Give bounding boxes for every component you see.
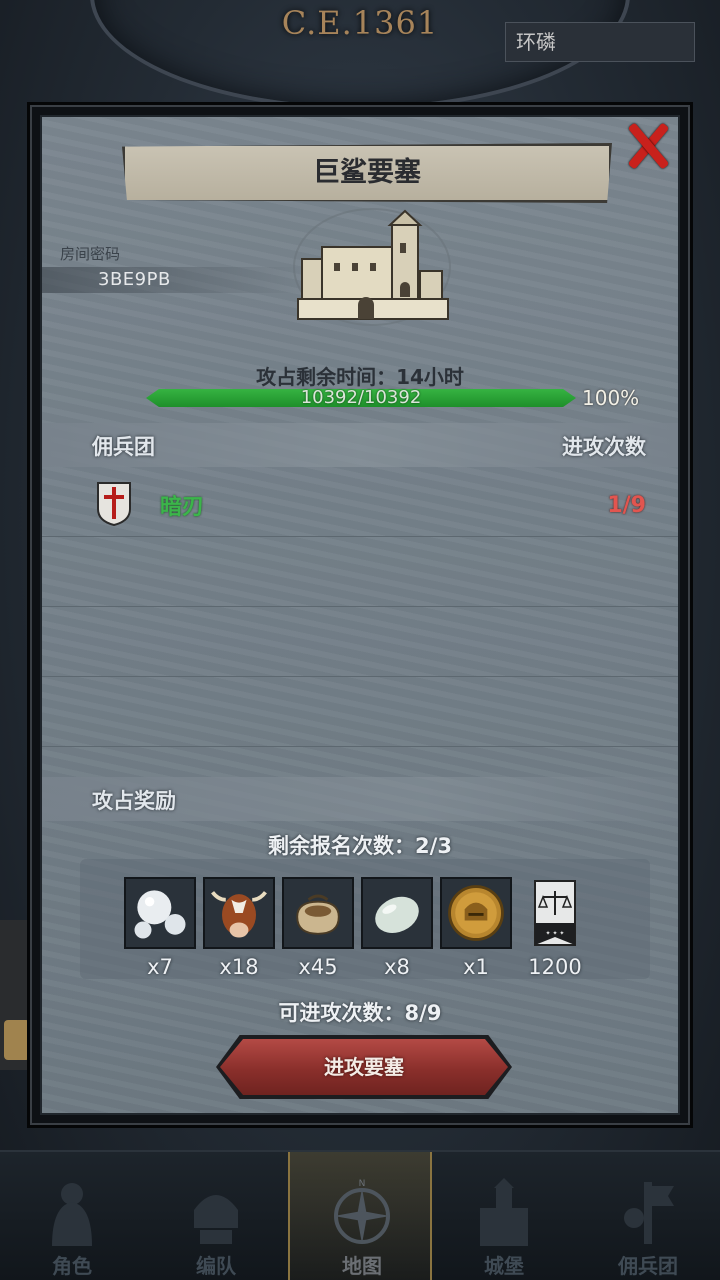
reward-item[interactable]: x18 xyxy=(203,877,277,979)
mercenary-name: 暗刃 xyxy=(160,495,205,520)
reward-quantity: x7 xyxy=(147,955,173,979)
reward-item[interactable]: ✦ ✦ ✦ 1200 xyxy=(519,877,593,979)
nav-label: 角色 xyxy=(52,1254,92,1278)
attacks-remaining: 可进攻次数：8/9 xyxy=(278,1001,442,1025)
attacks-column-header: 进攻次数 xyxy=(562,435,646,459)
nav-item-mercenary[interactable]: 佣兵团 xyxy=(576,1152,720,1280)
fortress-dialog: 巨鲨要塞 房间密码 3BE9PB 攻占剩余时间：14小时 10392/10392… xyxy=(30,105,690,1125)
knight-icon xyxy=(52,1183,92,1246)
mercenary-icon xyxy=(624,1182,674,1244)
bottom-nav: 角色 编队 N 地图 城堡 佣兵团 xyxy=(0,1150,720,1280)
helmet-coin-icon xyxy=(440,877,512,949)
nav-label: 佣兵团 xyxy=(618,1254,678,1278)
justice-banner-icon: ✦ ✦ ✦ xyxy=(534,880,576,946)
capture-progress-text: 10392/10392 xyxy=(300,387,422,408)
pearls-icon xyxy=(124,877,196,949)
attack-fortress-button[interactable] xyxy=(220,1039,508,1095)
reward-list: x7 x18 x45 x8 x1 ✦ ✦ ✦ 1200 xyxy=(80,859,650,979)
svg-text:N: N xyxy=(359,1179,366,1189)
side-widget xyxy=(0,920,32,1070)
helmet-icon xyxy=(194,1195,238,1244)
nav-item-castle[interactable]: 城堡 xyxy=(432,1152,576,1280)
castle-icon xyxy=(480,1178,528,1246)
dialog-title: 巨鲨要塞 xyxy=(313,157,421,188)
reward-section-title: 攻占奖励 xyxy=(92,789,176,813)
capture-progress-percent: 100% xyxy=(582,386,640,410)
reward-quantity: x8 xyxy=(384,955,410,979)
reward-item[interactable]: x1 xyxy=(440,877,514,979)
nav-label: 编队 xyxy=(196,1254,236,1278)
reward-quantity: 1200 xyxy=(528,955,582,979)
nav-item-map[interactable]: N 地图 xyxy=(288,1152,432,1280)
close-icon[interactable] xyxy=(618,117,676,175)
mercenary-column-header: 佣兵团 xyxy=(92,435,155,459)
reward-quantity: x45 xyxy=(298,955,338,979)
grain-sack-icon xyxy=(282,877,354,949)
nav-item-formation[interactable]: 编队 xyxy=(144,1152,288,1280)
ox-icon xyxy=(203,877,275,949)
nav-label: 城堡 xyxy=(484,1254,524,1278)
table-row-empty xyxy=(42,537,678,607)
svg-text:✦ ✦ ✦: ✦ ✦ ✦ xyxy=(546,930,565,937)
reward-item[interactable]: x7 xyxy=(124,877,198,979)
room-code-bar xyxy=(42,267,302,293)
nav-item-character[interactable]: 角色 xyxy=(0,1152,144,1280)
signups-remaining: 剩余报名次数：2/3 xyxy=(268,834,452,858)
fortress-icon xyxy=(293,208,451,326)
reward-quantity: x18 xyxy=(219,955,259,979)
reward-item[interactable]: x45 xyxy=(282,877,356,979)
dialog-panel: 巨鲨要塞 房间密码 3BE9PB 攻占剩余时间：14小时 10392/10392… xyxy=(40,115,680,1115)
table-row[interactable]: 暗刃 1/9 xyxy=(42,467,678,537)
era-label: C.E.1361 xyxy=(281,4,439,42)
side-widget-icon xyxy=(4,1020,30,1060)
templar-shield-icon xyxy=(97,482,131,527)
room-code-label: 房间密码 xyxy=(60,245,121,263)
reward-quantity: x1 xyxy=(463,955,489,979)
background-chip: 环磷 xyxy=(505,22,695,62)
gem-stone-icon xyxy=(361,877,433,949)
reward-item[interactable]: x8 xyxy=(361,877,435,979)
table-row-empty xyxy=(42,607,678,677)
compass-icon: N xyxy=(334,1179,390,1244)
room-code-value[interactable]: 3BE9PB xyxy=(98,267,171,293)
nav-label: 地图 xyxy=(342,1254,382,1278)
table-row-empty xyxy=(42,677,678,747)
mercenary-attack-count: 1/9 xyxy=(607,493,646,518)
